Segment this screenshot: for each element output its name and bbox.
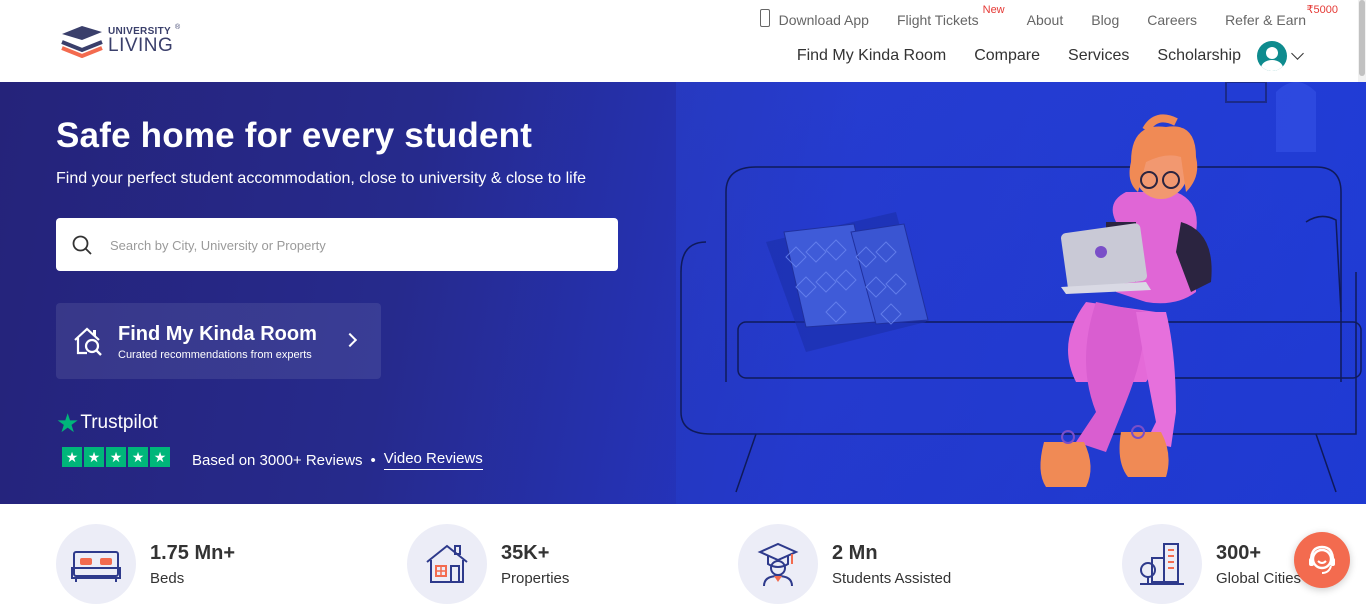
hero-section: Safe home for every student Find your pe… <box>0 82 1366 504</box>
headset-icon <box>1309 545 1335 574</box>
chevron-right-icon <box>342 332 358 348</box>
careers-label: Careers <box>1147 12 1198 28</box>
city-icon <box>1140 543 1184 585</box>
kinda-room-subtitle: Curated recommendations from experts <box>118 349 312 361</box>
star-icon: ★ <box>106 447 126 467</box>
bed-icon <box>71 551 121 582</box>
scrollbar[interactable] <box>1358 0 1366 82</box>
search-box[interactable] <box>56 218 618 271</box>
trustpilot-logo[interactable]: ★ Trustpilot <box>56 408 158 438</box>
earn-amount-badge: ₹5000 <box>1306 4 1338 16</box>
stats-bar: 1.75 Mn+ Beds 35K+ Properties 2 Mn Stude… <box>0 504 1366 612</box>
stat-icon-circle <box>407 524 487 604</box>
user-avatar[interactable] <box>1257 41 1287 71</box>
star-icon: ★ <box>62 447 82 467</box>
flight-tickets-label: Flight Tickets <box>896 12 979 28</box>
reviews-separator: • <box>370 451 376 469</box>
top-links: Download App Flight Tickets New About Blo… <box>732 4 1338 30</box>
main-nav: Find My Kinda Room Compare Services Scho… <box>769 40 1304 72</box>
chevron-down-icon[interactable] <box>1291 46 1304 60</box>
stat-beds-label: Beds <box>150 570 185 587</box>
about-label: About <box>1026 12 1064 28</box>
download-app-label: Download App <box>778 12 869 28</box>
download-app-link[interactable]: Download App <box>759 9 869 29</box>
kinda-room-title: Find My Kinda Room <box>118 323 317 345</box>
building-icon <box>426 544 468 583</box>
graduate-icon <box>757 542 799 587</box>
find-my-kinda-room-card[interactable]: Find My Kinda Room Curated recommendatio… <box>56 303 381 379</box>
nav-find-my-kinda-room[interactable]: Find My Kinda Room <box>797 47 946 65</box>
stat-icon-circle <box>56 524 136 604</box>
search-input[interactable] <box>110 232 600 258</box>
nav-scholarship[interactable]: Scholarship <box>1157 47 1241 65</box>
scrollbar-thumb[interactable] <box>1359 0 1365 76</box>
stat-beds-value: 1.75 Mn+ <box>150 542 236 564</box>
nav-services[interactable]: Services <box>1068 47 1129 65</box>
star-icon: ★ <box>128 447 148 467</box>
stat-properties-label: Properties <box>501 570 570 587</box>
hero-subtitle: Find your perfect student accommodation,… <box>56 170 587 187</box>
stat-cities-label: Global Cities <box>1216 570 1302 587</box>
house-search-icon <box>74 327 102 356</box>
stat-icon-circle <box>738 524 818 604</box>
blog-link[interactable]: Blog <box>1091 12 1119 28</box>
logo-registered-mark: ® <box>175 24 181 31</box>
trustpilot-star-icon: ★ <box>56 408 80 438</box>
trustpilot-rating-stars: ★ ★ ★ ★ ★ <box>62 447 170 467</box>
search-icon <box>72 235 92 255</box>
star-icon: ★ <box>84 447 104 467</box>
logo-text-main: LIVING <box>108 35 174 56</box>
reviews-count-text: Based on 3000+ Reviews <box>192 451 363 469</box>
stat-students-value: 2 Mn <box>832 542 878 564</box>
video-reviews-link[interactable]: Video Reviews <box>383 450 483 470</box>
site-header: UNIVERSITY LIVING ® Download App Flight … <box>0 0 1366 82</box>
stat-icon-circle <box>1122 524 1202 604</box>
star-icon: ★ <box>150 447 170 467</box>
hero-title: Safe home for every student <box>56 116 533 155</box>
careers-link[interactable]: Careers <box>1147 12 1197 28</box>
refer-earn-label: Refer & Earn <box>1225 12 1306 28</box>
stat-cities-value: 300+ <box>1216 542 1262 564</box>
stat-properties-value: 35K+ <box>501 542 550 564</box>
logo-icon <box>61 26 103 58</box>
refer-earn-link[interactable]: Refer & Earn ₹5000 <box>1225 4 1338 28</box>
new-badge: New <box>982 4 1005 16</box>
stat-students-label: Students Assisted <box>832 570 952 587</box>
reviews-line: Based on 3000+ Reviews • Video Reviews <box>192 450 483 470</box>
nav-compare[interactable]: Compare <box>974 47 1040 65</box>
student-on-sofa-illustration <box>676 82 1366 504</box>
chat-support-button[interactable] <box>1294 532 1350 588</box>
flight-tickets-link[interactable]: Flight Tickets New <box>896 4 1005 28</box>
trustpilot-name: Trustpilot <box>80 412 158 433</box>
blog-label: Blog <box>1091 12 1120 28</box>
phone-icon <box>759 9 770 27</box>
university-living-logo[interactable]: UNIVERSITY LIVING ® <box>58 22 188 62</box>
about-link[interactable]: About <box>1027 12 1064 28</box>
